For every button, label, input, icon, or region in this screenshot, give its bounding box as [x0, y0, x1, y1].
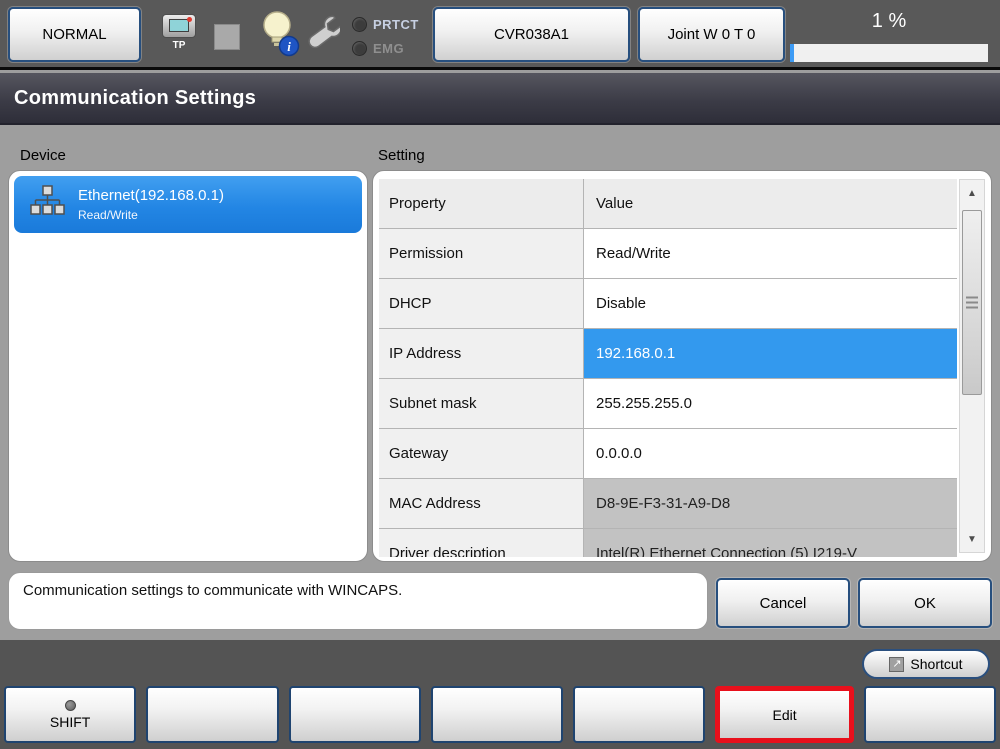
function-key-blank[interactable]	[146, 686, 279, 743]
teach-pendant-screen: NORMAL TP i PRTCT EMG CVR038A1 Joint W 0…	[0, 0, 1000, 749]
device-list-panel: Ethernet(192.168.0.1) Read/Write	[8, 170, 368, 562]
scrollbar-thumb[interactable]	[962, 210, 982, 395]
table-cell-value[interactable]: Intel(R) Ethernet Connection (5) I219-V	[584, 529, 957, 557]
function-key-label: Edit	[772, 706, 797, 723]
function-key-blank[interactable]	[430, 686, 564, 743]
speed-progress-bar	[790, 44, 988, 62]
mode-button[interactable]: NORMAL	[8, 7, 141, 62]
robot-select-button[interactable]: CVR038A1	[433, 7, 630, 62]
table-header-row: Property Value	[379, 179, 957, 229]
table-header-property: Property	[379, 179, 584, 228]
wrench-icon	[304, 10, 342, 63]
table-row[interactable]: MAC Address D8-9E-F3-31-A9-D8	[379, 479, 957, 529]
prtct-led-label: PRTCT	[373, 16, 419, 32]
emg-led-icon	[352, 40, 367, 56]
motor-lamp-icon: i	[262, 10, 300, 63]
table-cell-property[interactable]: Subnet mask	[379, 379, 584, 428]
status-square-indicator	[214, 24, 240, 50]
table-row[interactable]: Subnet mask 255.255.255.0	[379, 379, 957, 429]
function-key-blank[interactable]	[573, 686, 706, 743]
shortcut-button-label: Shortcut	[910, 656, 963, 672]
table-cell-property[interactable]: Driver description	[379, 529, 584, 557]
device-list-item-ethernet[interactable]: Ethernet(192.168.0.1) Read/Write	[14, 176, 362, 233]
device-name: Ethernet(192.168.0.1)	[78, 187, 224, 204]
tp-label: TP	[172, 40, 186, 51]
emg-led-row: EMG	[352, 36, 419, 60]
teach-pendant-screen-icon	[169, 19, 189, 32]
table-cell-value[interactable]: Read/Write	[584, 229, 957, 278]
page-title: Communication Settings	[0, 73, 1000, 125]
table-row[interactable]: Driver description Intel(R) Ethernet Con…	[379, 529, 957, 557]
setting-section-label: Setting	[378, 147, 425, 164]
function-key-label: SHIFT	[49, 713, 91, 730]
table-cell-value[interactable]: 0.0.0.0	[584, 429, 957, 478]
speed-percentage-label: 1 %	[871, 10, 907, 32]
table-cell-property[interactable]: IP Address	[379, 329, 584, 378]
teach-pendant-icon	[162, 14, 196, 38]
status-led-group: PRTCT EMG	[352, 12, 419, 60]
table-cell-property[interactable]: DHCP	[379, 279, 584, 328]
table-cell-property[interactable]: Gateway	[379, 429, 584, 478]
emg-led-label: EMG	[373, 40, 405, 56]
cancel-button[interactable]: Cancel	[716, 578, 850, 628]
teach-pendant-status: TP	[158, 14, 200, 51]
prtct-led-icon	[352, 16, 367, 32]
prtct-led-row: PRTCT	[352, 12, 419, 36]
shortcut-arrow-icon: ↗	[889, 656, 905, 672]
teach-pendant-led-icon	[187, 17, 192, 22]
speed-progress-fill	[790, 44, 794, 62]
status-message-box: Communication settings to communicate wi…	[8, 572, 708, 630]
table-cell-value[interactable]: D8-9E-F3-31-A9-D8	[584, 479, 957, 528]
table-cell-value[interactable]: Disable	[584, 279, 957, 328]
table-cell-value[interactable]: 192.168.0.1	[584, 329, 957, 378]
table-row[interactable]: DHCP Disable	[379, 279, 957, 329]
function-key-shift[interactable]: SHIFT	[4, 686, 137, 743]
scroll-down-icon[interactable]: ▼	[960, 528, 984, 550]
setting-table-panel: Property Value Permission Read/Write DHC…	[372, 170, 992, 562]
table-cell-property[interactable]: Permission	[379, 229, 584, 278]
table-row[interactable]: Gateway 0.0.0.0	[379, 429, 957, 479]
table-cell-value[interactable]: 255.255.255.0	[584, 379, 957, 428]
scroll-up-icon[interactable]: ▲	[960, 182, 984, 204]
device-permission: Read/Write	[78, 208, 138, 222]
shift-led-icon	[64, 699, 76, 711]
device-section-label: Device	[20, 147, 66, 164]
function-key-blank[interactable]	[288, 686, 421, 743]
svg-text:i: i	[287, 39, 291, 54]
table-cell-property[interactable]: MAC Address	[379, 479, 584, 528]
bottom-function-bar: ↗ Shortcut SHIFT Edit	[0, 640, 1000, 749]
setting-table-scrollbar[interactable]: ▲ ▼	[959, 179, 985, 553]
setting-table: Property Value Permission Read/Write DHC…	[379, 179, 957, 557]
coordinate-mode-button[interactable]: Joint W 0 T 0	[638, 7, 785, 62]
network-icon	[28, 185, 66, 224]
table-body: Permission Read/Write DHCP Disable IP Ad…	[379, 229, 957, 557]
scrollbar-grip-icon	[966, 296, 978, 309]
table-row[interactable]: Permission Read/Write	[379, 229, 957, 279]
ok-button[interactable]: OK	[858, 578, 992, 628]
function-key-edit[interactable]: Edit	[715, 686, 854, 743]
function-key-blank[interactable]	[863, 686, 996, 743]
shortcut-button[interactable]: ↗ Shortcut	[862, 649, 990, 679]
table-header-value: Value	[584, 179, 957, 228]
top-status-bar: NORMAL TP i PRTCT EMG CVR038A1 Joint W 0…	[0, 0, 1000, 70]
table-row[interactable]: IP Address 192.168.0.1	[379, 329, 957, 379]
function-key-row: SHIFT Edit	[4, 686, 996, 743]
